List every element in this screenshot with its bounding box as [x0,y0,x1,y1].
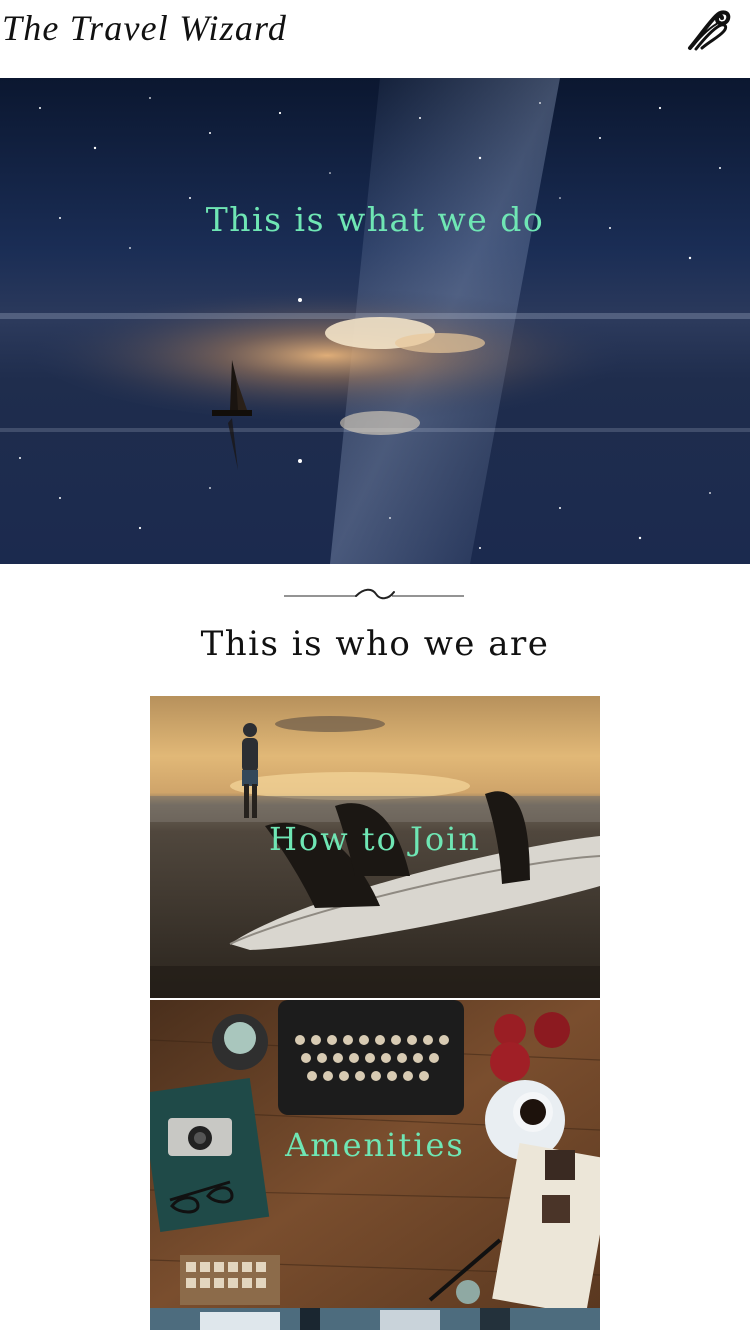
site-title[interactable]: The Travel Wizard [2,6,287,50]
swirl-menu-icon[interactable] [686,6,732,52]
how-to-join-card[interactable]: How to Join [150,696,600,998]
how-to-join-label[interactable]: How to Join [150,820,600,858]
third-card[interactable] [150,1308,600,1330]
amenities-card[interactable]: Amenities [150,1000,600,1308]
hero-banner: This is what we do [0,78,750,564]
hero-heading: This is what we do [205,200,545,239]
ornamental-divider-icon [284,586,464,606]
section-title: This is who we are [200,624,550,664]
site-header: The Travel Wizard [0,0,750,78]
third-card-image [150,1308,600,1330]
amenities-label[interactable]: Amenities [150,1126,600,1164]
hero-night-sea-image [0,78,750,564]
